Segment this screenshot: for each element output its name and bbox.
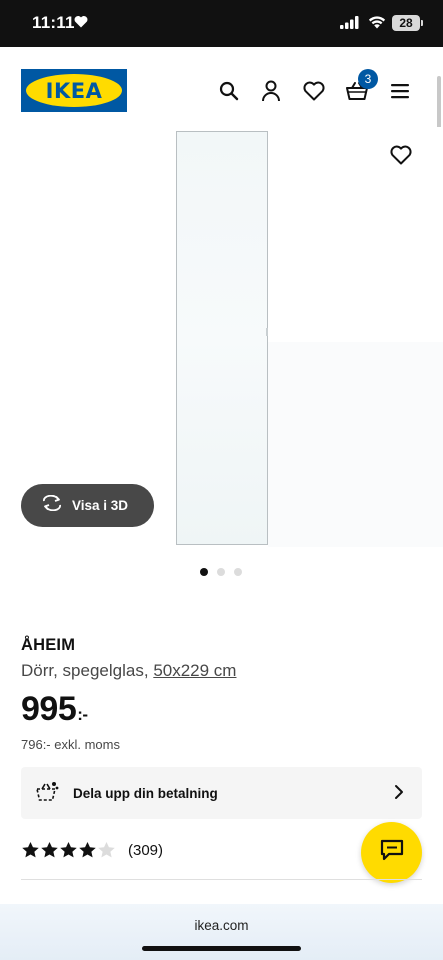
price-amount: 995 — [21, 690, 77, 728]
star-empty-icon — [98, 841, 115, 858]
basket-count-badge: 3 — [358, 69, 378, 89]
heart-icon[interactable] — [299, 76, 329, 106]
star-filled-icon — [22, 841, 39, 858]
product-size-link[interactable]: 50x229 cm — [153, 661, 236, 680]
product-price: 995:- — [21, 690, 88, 729]
chat-icon — [380, 839, 404, 866]
split-payment-button[interactable]: Dela upp din betalning — [21, 767, 422, 819]
price-excluding-vat: 796:- exkl. moms — [21, 737, 120, 752]
view-in-3d-label: Visa i 3D — [72, 498, 129, 513]
product-image-mirror-door — [176, 131, 268, 545]
star-filled-icon — [41, 841, 58, 858]
browser-url[interactable]: ikea.com — [0, 918, 443, 933]
carousel-dot-active[interactable] — [200, 568, 208, 576]
cellular-signal-icon — [340, 16, 360, 34]
product-rating[interactable]: (309) — [21, 841, 163, 859]
status-bar: 11:11 28 — [0, 0, 443, 47]
rating-count: (309) — [128, 841, 164, 859]
wifi-icon — [368, 15, 386, 34]
product-type: Dörr, spegelglas, — [21, 661, 149, 680]
carousel-dot[interactable] — [234, 568, 242, 576]
carousel-dot[interactable] — [217, 568, 225, 576]
product-name: ÅHEIM — [21, 636, 76, 654]
carousel-dots — [200, 568, 242, 576]
site-header: IKEA 3 — [0, 47, 443, 127]
status-time: 11:11 — [32, 13, 75, 32]
star-filled-icon — [60, 841, 77, 858]
add-to-favourites-heart-icon[interactable] — [386, 140, 416, 170]
chat-button[interactable] — [361, 822, 422, 883]
image-background — [268, 342, 443, 547]
logo-text: IKEA — [45, 78, 103, 103]
home-indicator — [142, 946, 301, 951]
price-suffix: :- — [77, 705, 88, 724]
battery-icon: 28 — [392, 15, 423, 31]
account-icon[interactable] — [256, 76, 286, 106]
payment-basket-icon — [35, 780, 59, 807]
split-payment-label: Dela upp din betalning — [73, 785, 218, 801]
browser-address-bar[interactable]: ikea.com — [0, 904, 443, 960]
product-description: Dörr, spegelglas, 50x229 cm — [21, 661, 236, 681]
ikea-logo[interactable]: IKEA — [21, 69, 127, 112]
view-in-3d-button[interactable]: Visa i 3D — [21, 484, 154, 527]
rating-stars — [21, 841, 116, 859]
section-divider — [21, 879, 422, 880]
menu-icon[interactable] — [385, 76, 415, 106]
heart-status-icon — [74, 15, 88, 33]
search-icon[interactable] — [214, 76, 244, 106]
rotate-3d-icon — [41, 494, 63, 516]
star-filled-icon — [79, 841, 96, 858]
chevron-right-icon — [394, 784, 404, 805]
mirror-hinge — [266, 328, 268, 336]
logo-oval: IKEA — [26, 74, 122, 107]
